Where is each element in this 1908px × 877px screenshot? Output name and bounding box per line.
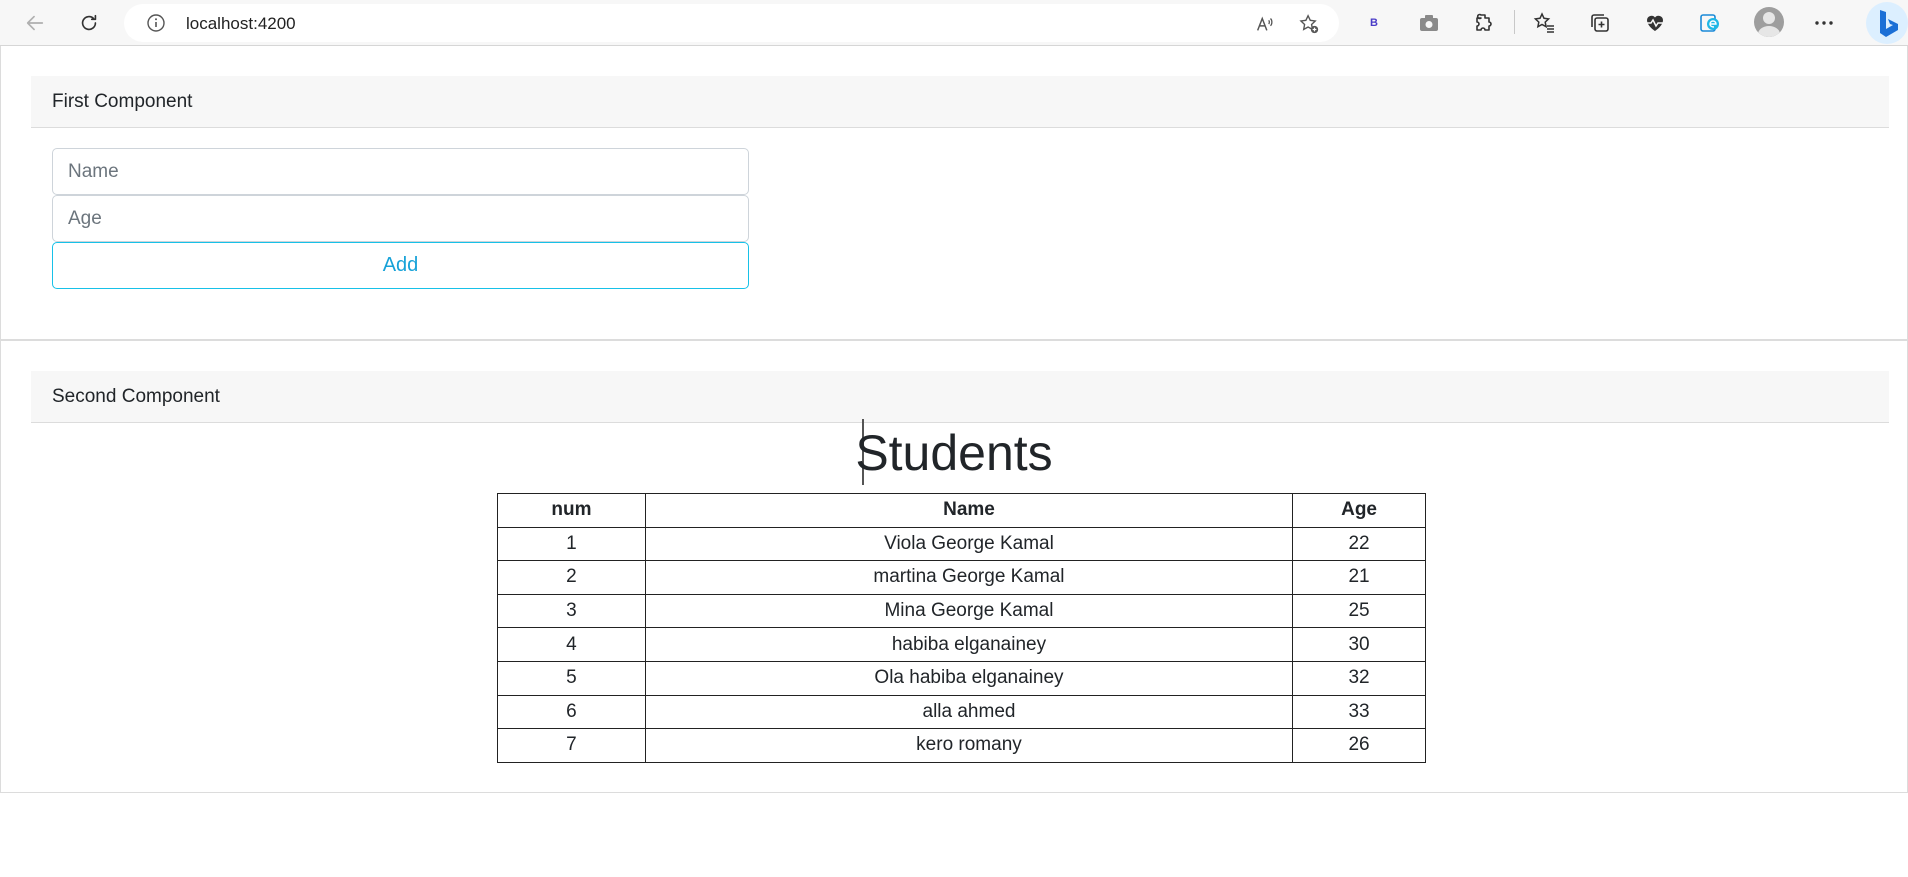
second-component-card: Second Component Students num Name Age 1… (0, 340, 1908, 793)
bing-icon (1880, 10, 1898, 37)
cell-name: habiba elganainey (644, 627, 1294, 662)
toolbar-separator (1514, 10, 1515, 34)
read-aloud-button[interactable] (1252, 11, 1278, 37)
screenshot-icon (1420, 15, 1438, 31)
cell-num: 2 (497, 560, 646, 595)
favorites-icon (1533, 12, 1554, 33)
table-row: 3 Mina George Kamal 25 (497, 593, 1426, 629)
table-row: 4 habiba elganainey 30 (497, 627, 1426, 662)
address-bar[interactable]: localhost:4200 (124, 4, 1339, 42)
profile-icon (1763, 12, 1775, 24)
refresh-icon (81, 14, 97, 31)
first-component-card: First Component Add (0, 46, 1908, 340)
cell-age: 32 (1292, 660, 1426, 696)
cell-age: 21 (1292, 560, 1426, 595)
collections-button[interactable] (1584, 7, 1616, 39)
info-icon[interactable] (146, 13, 166, 33)
table-row: 1 Viola George Kamal 22 (497, 526, 1426, 562)
more-button[interactable] (1808, 7, 1840, 39)
edge-icon (1700, 14, 1719, 32)
edge-button[interactable] (1694, 7, 1726, 39)
cell-age: 22 (1292, 526, 1426, 562)
screenshot-button[interactable] (1413, 7, 1445, 39)
add-button[interactable]: Add (52, 242, 749, 289)
collections-icon (1591, 14, 1609, 32)
cell-name: Viola George Kamal (644, 526, 1294, 562)
first-component-header: First Component (31, 76, 1889, 128)
read-aloud-icon (1256, 16, 1273, 31)
table-row: 2 martina George Kamal 21 (497, 560, 1426, 595)
cell-age: 30 (1292, 627, 1426, 662)
add-favorite-icon (1299, 14, 1319, 34)
second-component-header: Second Component (31, 371, 1889, 423)
back-icon (26, 15, 44, 31)
table-row: 5 Ola habiba elganainey 32 (497, 660, 1426, 696)
cell-name: kero romany (644, 728, 1294, 763)
browser-toolbar: localhost:4200 B (0, 0, 1908, 46)
browser-essentials-button[interactable] (1639, 7, 1671, 39)
header-age: Age (1292, 493, 1426, 528)
cell-name: Ola habiba elganainey (644, 660, 1294, 696)
profile-avatar[interactable] (1754, 7, 1784, 37)
cell-num: 5 (497, 660, 646, 696)
header-name: Name (644, 493, 1294, 528)
back-button[interactable] (17, 5, 53, 41)
address-url[interactable]: localhost:4200 (186, 14, 296, 34)
name-input[interactable] (52, 148, 749, 195)
cell-num: 6 (497, 694, 646, 730)
cell-num: 1 (497, 526, 646, 562)
more-icon (1815, 21, 1833, 25)
profile-icon-body (1758, 26, 1780, 37)
cell-num: 4 (497, 627, 646, 662)
table-row: 6 alla ahmed 33 (497, 694, 1426, 730)
browser-essentials-icon (1647, 15, 1663, 31)
cell-name: martina George Kamal (644, 560, 1294, 595)
extensions-button[interactable] (1468, 7, 1500, 39)
cell-num: 7 (497, 728, 646, 763)
cell-age: 26 (1292, 728, 1426, 763)
students-table: num Name Age 1 Viola George Kamal 22 2 m… (497, 493, 1426, 763)
bing-button[interactable] (1866, 2, 1908, 44)
table-row: 7 kero romany 26 (497, 728, 1426, 763)
second-component-title: Second Component (52, 386, 220, 407)
header-num: num (497, 493, 646, 528)
age-input[interactable] (52, 195, 749, 242)
extension-b-button[interactable]: B (1361, 10, 1387, 36)
refresh-button[interactable] (71, 5, 107, 41)
cell-name: alla ahmed (644, 694, 1294, 730)
add-favorite-button[interactable] (1296, 11, 1322, 37)
cell-age: 33 (1292, 694, 1426, 730)
extensions-icon (1476, 13, 1492, 31)
cell-name: Mina George Kamal (644, 593, 1294, 629)
students-heading: Students (855, 425, 1053, 481)
cell-num: 3 (497, 593, 646, 629)
cell-age: 25 (1292, 593, 1426, 629)
first-component-title: First Component (52, 91, 193, 112)
favorites-button[interactable] (1529, 7, 1561, 39)
table-header-row: num Name Age (497, 493, 1426, 528)
